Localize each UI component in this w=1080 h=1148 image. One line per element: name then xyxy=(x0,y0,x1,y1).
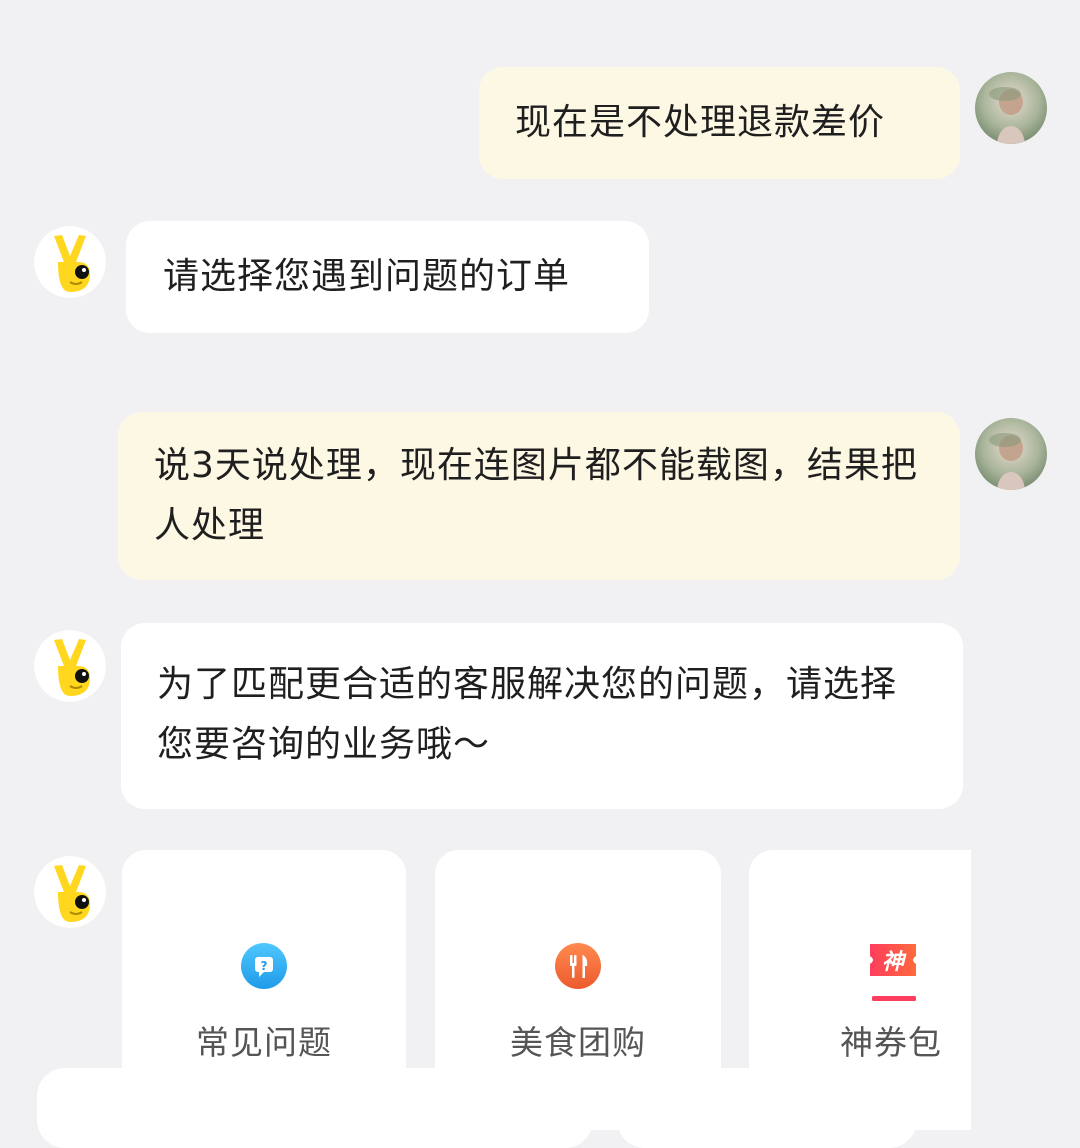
user-avatar-icon xyxy=(975,72,1047,144)
bot-message-bubble: 为了匹配更合适的客服解决您的问题，请选择您要咨询的业务哦～ xyxy=(121,623,963,809)
option-label: 美食团购 xyxy=(510,1023,646,1062)
quick-reply-card[interactable] xyxy=(617,1068,917,1148)
message-text: 请选择您遇到问题的订单 xyxy=(163,256,571,297)
option-label: 常见问题 xyxy=(196,1023,332,1062)
user-avatar[interactable] xyxy=(975,72,1047,144)
bot-mascot-icon xyxy=(34,856,106,928)
message-text: 为了匹配更合适的客服解决您的问题，请选择您要咨询的业务哦～ xyxy=(157,664,898,765)
bot-message-bubble: 请选择您遇到问题的订单 xyxy=(126,221,649,333)
bot-mascot-icon xyxy=(34,226,106,298)
option-label: 神券包 xyxy=(840,1023,942,1062)
svg-text:?: ? xyxy=(261,959,268,973)
bot-mascot-icon xyxy=(34,630,106,702)
coupon-icon-glyph: 神 xyxy=(882,950,907,975)
quick-reply-card[interactable] xyxy=(37,1068,593,1148)
food-icon xyxy=(554,942,602,994)
bot-avatar xyxy=(34,226,106,298)
user-avatar-icon xyxy=(975,418,1047,490)
coupon-icon: 神 xyxy=(866,942,920,1008)
message-text: 说3天说处理，现在连图片都不能载图，结果把人处理 xyxy=(154,445,918,546)
user-message-bubble: 现在是不处理退款差价 xyxy=(479,67,960,179)
bot-avatar xyxy=(34,630,106,702)
user-avatar[interactable] xyxy=(975,418,1047,490)
message-text: 现在是不处理退款差价 xyxy=(515,102,886,143)
user-message-bubble: 说3天说处理，现在连图片都不能载图，结果把人处理 xyxy=(118,412,960,580)
faq-icon: ? xyxy=(240,942,288,994)
bot-avatar xyxy=(34,856,106,928)
